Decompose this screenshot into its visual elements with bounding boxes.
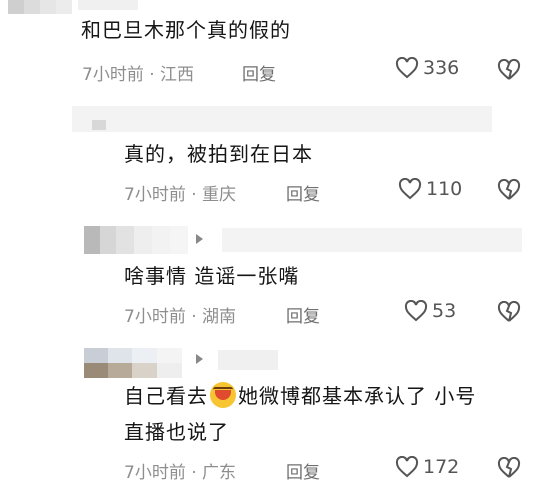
comment-time: 7小时前 <box>124 307 186 327</box>
dislike-button[interactable] <box>497 178 521 205</box>
avatar-blurred[interactable] <box>84 348 182 378</box>
broken-heart-icon <box>497 58 521 80</box>
like-button[interactable]: 336 <box>395 57 459 79</box>
comment-text: 真的，被拍到在日本 <box>124 142 313 166</box>
reply-button[interactable]: 回复 <box>286 458 320 483</box>
comment-location: 广东 <box>202 463 237 483</box>
reply-arrow-icon <box>196 234 203 244</box>
comment-location: 湖南 <box>202 307 237 327</box>
heart-outline-icon <box>398 178 422 200</box>
avatar-blurred <box>92 120 106 130</box>
reply-target-blurred[interactable] <box>218 350 278 370</box>
reply-button[interactable]: 回复 <box>286 302 320 327</box>
heart-outline-icon <box>395 57 419 79</box>
broken-heart-icon <box>497 178 521 200</box>
avatar-blurred[interactable] <box>8 0 72 14</box>
reply-target-blurred[interactable] <box>222 228 522 252</box>
like-count: 53 <box>432 300 457 322</box>
dislike-button[interactable] <box>497 456 521 483</box>
broken-heart-icon <box>497 456 521 478</box>
comment-location: 重庆 <box>202 185 237 205</box>
reply-arrow-icon <box>196 354 203 364</box>
heart-outline-icon <box>404 300 428 322</box>
comment-text-line2: 直播也说了 <box>124 420 229 444</box>
like-button[interactable]: 53 <box>404 300 456 322</box>
comment-meta: 7小时前 · 重庆 <box>124 180 236 205</box>
comment-text: 和巴旦木那个真的假的 <box>81 18 291 42</box>
dislike-button[interactable] <box>497 300 521 327</box>
reply-button[interactable]: 回复 <box>242 60 276 85</box>
avatar-blurred[interactable] <box>84 226 188 254</box>
comment-text: 啥事情 造谣一张嘴 <box>124 264 300 288</box>
meta-separator: · <box>149 65 155 85</box>
comment-meta: 7小时前 · 江西 <box>82 60 194 85</box>
like-count: 336 <box>423 57 460 79</box>
meta-separator: · <box>191 307 197 327</box>
reply-header-blurred[interactable] <box>72 106 492 132</box>
laughing-crying-emoji-icon <box>210 382 236 408</box>
comment-time: 7小时前 <box>82 65 144 85</box>
comment-meta: 7小时前 · 湖南 <box>124 302 236 327</box>
comment-text-line1: 自己看去 她微博都基本承认了 小号 <box>124 380 476 412</box>
heart-outline-icon <box>395 456 419 478</box>
comment-text-part1: 自己看去 <box>124 384 208 408</box>
comment-meta: 7小时前 · 广东 <box>124 458 236 483</box>
broken-heart-icon <box>497 300 521 322</box>
meta-separator: · <box>191 185 197 205</box>
dislike-button[interactable] <box>497 58 521 85</box>
like-count: 172 <box>423 456 460 478</box>
username-blurred[interactable] <box>78 0 138 10</box>
reply-button[interactable]: 回复 <box>286 180 320 205</box>
like-button[interactable]: 172 <box>395 456 459 478</box>
like-button[interactable]: 110 <box>398 178 462 200</box>
meta-separator: · <box>191 463 197 483</box>
comment-text-part2: 她微博都基本承认了 小号 <box>238 384 477 408</box>
like-count: 110 <box>426 178 463 200</box>
comment-time: 7小时前 <box>124 463 186 483</box>
comment-time: 7小时前 <box>124 185 186 205</box>
comment-location: 江西 <box>160 65 195 85</box>
